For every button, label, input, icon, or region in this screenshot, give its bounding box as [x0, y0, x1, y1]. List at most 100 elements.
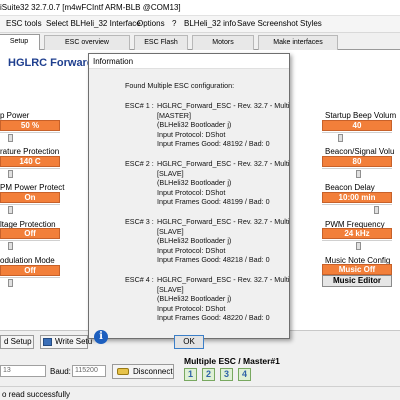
write-setup-label: Write Setu — [55, 337, 93, 346]
slider-thumb[interactable] — [356, 242, 361, 250]
param-value-voltage-protection: Off — [0, 228, 60, 239]
param-value-music-config: Music Off — [322, 264, 392, 275]
esc-button-2[interactable]: 2 — [202, 368, 215, 381]
information-dialog: Information Found Multiple ESC configura… — [88, 53, 290, 349]
tab-esc-flash[interactable]: ESC Flash — [134, 35, 188, 50]
param-value-beacon-volume: 80 — [322, 156, 392, 167]
param-slider-startup-beep[interactable] — [322, 132, 392, 142]
param-value-startup-beep: 40 — [322, 120, 392, 131]
slider-thumb[interactable] — [8, 206, 13, 214]
info-icon: i — [94, 330, 108, 344]
slider-thumb[interactable] — [8, 279, 13, 287]
disconnect-label: Disconnect — [133, 367, 173, 376]
esc-1-line-1: HGLRC_Forward_ESC - Rev. 32.7 - Multi — [157, 101, 290, 110]
param-label-rpm-protect: PM Power Protect — [0, 183, 65, 192]
dialog-title: Information — [93, 57, 134, 66]
esc-button-3[interactable]: 3 — [220, 368, 233, 381]
esc-3-line-2: [SLAVE] — [157, 226, 184, 236]
esc-2-label: ESC# 2 : — [125, 159, 154, 168]
esc-1-line-3: (BLHeli32 Bootloader j) — [157, 120, 232, 129]
menu-styles[interactable]: Styles — [300, 19, 322, 28]
plug-icon — [117, 368, 129, 375]
param-label-startup-beep: Startup Beep Volum — [325, 111, 397, 120]
tab-esc-overview[interactable]: ESC overview — [44, 35, 130, 50]
param-slider-temperature[interactable] — [0, 168, 60, 178]
esc-2-line-3: (BLHeli32 Bootloader j) — [157, 178, 232, 187]
param-label-power: p Power — [0, 111, 30, 120]
esc-button-4[interactable]: 4 — [238, 368, 251, 381]
baud-select[interactable]: 115200 — [72, 365, 106, 377]
esc-4-label: ESC# 4 : — [125, 275, 154, 284]
param-label-beacon-delay: Beacon Delay — [325, 183, 375, 192]
param-slider-rpm-protect[interactable] — [0, 204, 60, 214]
menu-save-screenshot[interactable]: Save Screenshot — [237, 19, 298, 28]
menu-help[interactable]: ? — [172, 19, 176, 28]
esc-3-line-4: Input Protocol: DShot — [157, 245, 226, 255]
param-slider-beacon-delay[interactable] — [322, 204, 392, 214]
slider-thumb[interactable] — [8, 170, 13, 178]
menu-esc-tools[interactable]: ESC tools — [6, 19, 42, 28]
param-slider-voltage-protection[interactable] — [0, 240, 60, 250]
slider-thumb[interactable] — [338, 134, 343, 142]
dialog-body: Found Multiple ESC configuration: ESC# 1… — [89, 69, 290, 349]
param-value-temperature: 140 C — [0, 156, 60, 167]
esc-1-line-4: Input Protocol: DShot — [157, 129, 226, 139]
read-setup-button[interactable]: d Setup — [0, 335, 34, 349]
status-text: o read successfully — [2, 390, 71, 399]
esc-4-line-2: [SLAVE] — [157, 284, 184, 294]
tab-motors[interactable]: Motors — [192, 35, 254, 50]
menu-options[interactable]: Options — [137, 19, 165, 28]
slider-thumb[interactable] — [356, 170, 361, 178]
param-slider-power[interactable] — [0, 132, 60, 142]
esc-4-line-3: (BLHeli32 Bootloader j) — [157, 294, 232, 303]
multi-esc-label: Multiple ESC / Master#1 — [184, 356, 280, 366]
param-label-modulation: odulation Mode — [0, 256, 55, 265]
param-value-rpm-protect: On — [0, 192, 60, 203]
slider-thumb[interactable] — [8, 134, 13, 142]
esc-3-line-5: Input Frames Good: 48218 / Bad: 0 — [157, 255, 270, 264]
param-value-power: 50 % — [0, 120, 60, 131]
param-value-modulation: Off — [0, 265, 60, 276]
esc-4-line-5: Input Frames Good: 48220 / Bad: 0 — [157, 313, 270, 322]
tab-setup[interactable]: Setup — [0, 34, 40, 51]
esc-3-line-3: (BLHeli32 Bootloader j) — [157, 236, 232, 245]
esc-1-line-2: [MASTER] — [157, 110, 191, 120]
esc-2-line-2: [SLAVE] — [157, 168, 184, 178]
ok-button[interactable]: OK — [174, 335, 204, 349]
param-slider-beacon-volume[interactable] — [322, 168, 392, 178]
esc-3-label: ESC# 3 : — [125, 217, 154, 226]
esc-4-line-1: HGLRC_Forward_ESC - Rev. 32.7 - Multi — [157, 275, 290, 284]
esc-2-line-4: Input Protocol: DShot — [157, 187, 226, 197]
param-slider-modulation[interactable] — [0, 277, 60, 287]
esc-3-line-1: HGLRC_Forward_ESC - Rev. 32.7 - Multi — [157, 217, 290, 226]
menu-select-interface[interactable]: Select BLHeli_32 Interface — [46, 19, 141, 28]
slider-thumb[interactable] — [8, 242, 13, 250]
esc-button-1[interactable]: 1 — [184, 368, 197, 381]
param-label-beacon-volume: Beacon/Signal Volu — [325, 147, 395, 156]
baud-label: Baud: — [50, 367, 71, 376]
status-bar: o read successfully — [0, 386, 400, 400]
tab-make-interfaces[interactable]: Make interfaces — [258, 35, 338, 50]
write-icon — [43, 338, 52, 346]
window-title: iSuite32 32.7.0.7 [m4wFCIntf ARM-BLB @CO… — [0, 3, 181, 12]
esc-1-label: ESC# 1 : — [125, 101, 154, 110]
esc-name-title: HGLRC Forward — [8, 57, 94, 69]
esc-2-line-1: HGLRC_Forward_ESC - Rev. 32.7 - Multi — [157, 159, 290, 168]
dialog-title-bar: Information — [89, 54, 289, 69]
param-value-pwm-frequency: 24 kHz — [322, 228, 392, 239]
param-slider-pwm-frequency[interactable] — [322, 240, 392, 250]
param-value-beacon-delay: 10:00 min — [322, 192, 392, 203]
menu-bar: ESC tools Select BLHeli_32 Interface Opt… — [0, 16, 400, 33]
port-select[interactable]: 13 — [0, 365, 46, 377]
write-setup-button[interactable]: Write Setu — [40, 335, 92, 349]
param-label-temperature: rature Protection — [0, 147, 60, 156]
menu-blheli-info[interactable]: BLHeli_32 info — [184, 19, 236, 28]
music-editor-button[interactable]: Music Editor — [322, 275, 392, 287]
disconnect-button[interactable]: Disconnect — [112, 364, 174, 379]
esc-1-line-5: Input Frames Good: 48192 / Bad: 0 — [157, 139, 270, 148]
tab-strip: Setup ESC overview ESC Flash Motors Make… — [0, 34, 400, 51]
slider-thumb[interactable] — [374, 206, 379, 214]
title-bar: iSuite32 32.7.0.7 [m4wFCIntf ARM-BLB @CO… — [0, 0, 400, 16]
dialog-heading: Found Multiple ESC configuration: — [125, 81, 235, 90]
esc-4-line-4: Input Protocol: DShot — [157, 303, 226, 313]
